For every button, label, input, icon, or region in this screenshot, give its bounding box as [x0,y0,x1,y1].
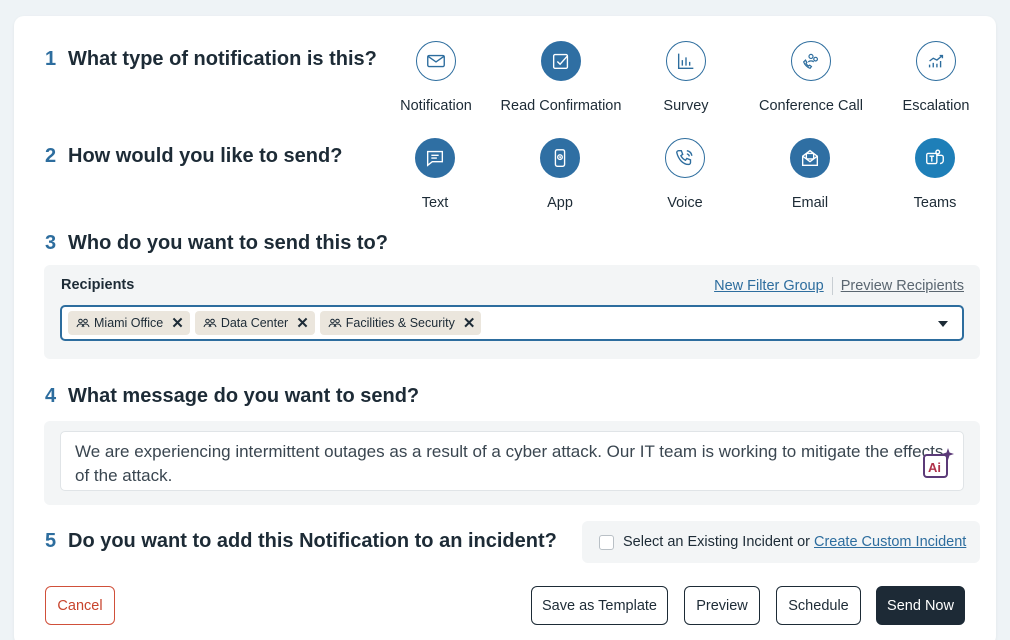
step-number: 2 [45,145,57,167]
phone-icon [665,138,705,178]
envelope-icon [416,41,456,81]
save-as-template-button[interactable]: Save as Template [531,586,668,625]
channel-option-voice[interactable]: Voice [620,138,750,211]
schedule-button[interactable]: Schedule [776,586,861,625]
ai-assist-icon[interactable]: Ai [921,446,957,482]
bar-chart-icon [666,41,706,81]
step-3-heading: 3 Who do you want to send this to? [45,232,388,255]
channel-option-app[interactable]: App [495,138,625,211]
channel-option-teams[interactable]: Teams [870,138,1000,211]
channel-option-email[interactable]: Email [745,138,875,211]
svg-text:Ai: Ai [928,460,941,475]
mobile-app-icon [540,138,580,178]
step-5-heading: 5 Do you want to add this Notification t… [45,530,557,553]
preview-recipients-link[interactable]: Preview Recipients [841,278,964,294]
option-label: Conference Call [759,98,863,114]
option-label: Text [421,195,449,211]
recipients-panel: Recipients New Filter Group Preview Reci… [44,265,980,359]
type-option-notification[interactable]: Notification [371,41,501,114]
existing-incident-checkbox[interactable] [599,534,614,550]
type-option-escalation[interactable]: Escalation [871,41,1001,114]
group-call-icon [791,41,831,81]
chip-label: Miami Office [94,316,164,330]
type-option-read-confirmation[interactable]: Read Confirmation [496,41,626,114]
cancel-button[interactable]: Cancel [45,586,115,625]
email-icon [790,138,830,178]
trend-up-icon [916,41,956,81]
create-custom-incident-link[interactable]: Create Custom Incident [814,534,966,550]
step-title: Do you want to add this Notification to … [68,530,557,552]
step-title: How would you like to send? [68,145,343,167]
channel-option-text[interactable]: Text [370,138,500,211]
option-label: Voice [667,195,703,211]
recipients-links: New Filter Group Preview Recipients [714,277,964,295]
option-label: Email [791,195,829,211]
recipient-chip: Miami Office ✕ [68,311,190,335]
incident-checkbox-label: Select an Existing Incident or [623,534,810,550]
teams-icon [915,138,955,178]
recipients-select[interactable]: Miami Office ✕ Data Center ✕ Facilities … [60,305,964,341]
group-icon [328,318,342,328]
remove-chip-icon[interactable]: ✕ [171,316,184,331]
checkbox-icon [541,41,581,81]
step-number: 5 [45,530,57,552]
type-option-survey[interactable]: Survey [621,41,751,114]
remove-chip-icon[interactable]: ✕ [296,316,309,331]
type-option-conference-call[interactable]: Conference Call [746,41,876,114]
step-number: 1 [45,48,57,70]
new-filter-group-link[interactable]: New Filter Group [714,278,824,294]
divider [831,277,833,295]
option-label: App [547,195,573,211]
chip-label: Data Center [220,316,289,330]
send-now-button[interactable]: Send Now [876,586,965,625]
incident-panel: Select an Existing Incident or Create Cu… [582,521,980,563]
step-number: 4 [45,385,57,407]
remove-chip-icon[interactable]: ✕ [463,316,476,331]
step-4-heading: 4 What message do you want to send? [45,385,419,408]
recipient-chip: Data Center ✕ [194,311,315,335]
option-label: Survey [663,98,709,114]
step-2-heading: 2 How would you like to send? [45,145,342,168]
step-1-heading: 1 What type of notification is this? [45,48,377,71]
step-title: Who do you want to send this to? [68,232,388,254]
option-label: Read Confirmation [500,98,622,114]
option-label: Escalation [902,98,970,114]
option-label: Teams [913,195,957,211]
step-title: What message do you want to send? [68,385,420,407]
message-text: We are experiencing intermittent outages… [75,442,944,485]
step-title: What type of notification is this? [68,48,377,70]
message-panel: We are experiencing intermittent outages… [44,421,980,505]
chat-icon [415,138,455,178]
option-label: Notification [400,98,472,114]
chevron-down-icon[interactable] [938,321,948,327]
group-icon [203,318,217,328]
group-icon [76,318,90,328]
step-number: 3 [45,232,57,254]
chip-label: Facilities & Security [345,316,455,330]
message-textarea[interactable]: We are experiencing intermittent outages… [60,431,964,491]
recipients-label: Recipients [61,277,135,293]
preview-button[interactable]: Preview [684,586,760,625]
recipient-chip: Facilities & Security ✕ [319,311,482,335]
